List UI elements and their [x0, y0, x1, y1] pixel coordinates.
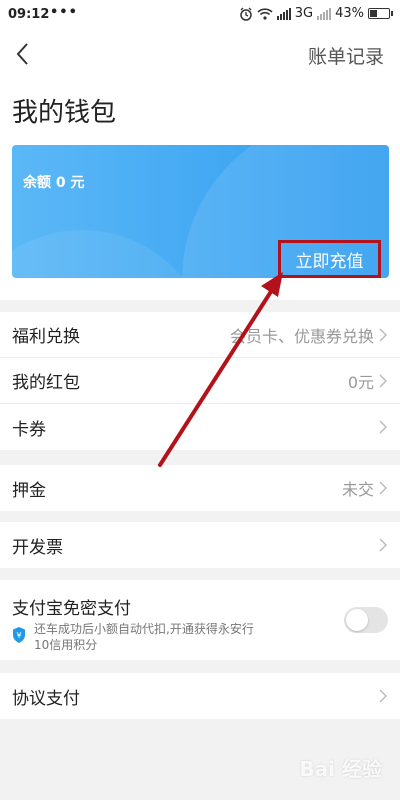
chevron-right-icon — [379, 538, 388, 552]
red-packet-row[interactable]: 我的红包 0元 — [0, 358, 400, 404]
welfare-value: 会员卡、优惠券兑换 — [229, 326, 374, 346]
status-icons: 3G 43% — [239, 6, 393, 21]
welfare-label: 福利兑换 — [12, 327, 80, 347]
signal-icon — [276, 7, 291, 20]
chevron-right-icon — [379, 689, 388, 703]
invoice-label: 开发票 — [12, 537, 63, 558]
page-title: 我的钱包 — [12, 98, 117, 128]
chevron-right-icon — [379, 373, 388, 388]
agreement-label: 协议支付 — [12, 688, 80, 709]
status-time: 09:12 — [8, 7, 50, 22]
battery-icon — [368, 8, 393, 19]
deposit-row[interactable]: 押金 未交 — [0, 465, 400, 511]
chevron-right-icon — [379, 481, 388, 495]
coupons-row[interactable]: 卡券 — [0, 404, 400, 450]
alipay-group: 支付宝免密支付 ¥ 还车成功后小额自动代扣,开通获得永安行10信用积分 — [0, 580, 400, 660]
balance-text: 余额 0 元 — [23, 175, 85, 191]
alipay-description: 还车成功后小额自动代扣,开通获得永安行10信用积分 — [34, 622, 254, 652]
bill-records-link[interactable]: 账单记录 — [308, 42, 384, 69]
back-arrow-icon[interactable] — [12, 40, 36, 68]
notification-dots: ••• — [50, 5, 78, 20]
coupons-label: 卡券 — [12, 419, 46, 440]
signal-icon-secondary — [317, 7, 332, 20]
agreement-group: 协议支付 — [0, 673, 400, 719]
status-bar: 09:12 ••• 3G 43% — [0, 0, 400, 30]
deposit-value: 未交 — [341, 480, 374, 499]
alarm-icon — [239, 7, 252, 21]
alipay-toggle[interactable] — [344, 607, 388, 633]
wallet-card: 余额 0 元 立即充值 — [12, 145, 389, 278]
header: 账单记录 我的钱包 余额 0 元 立即充值 — [0, 30, 400, 300]
battery-percent: 43% — [335, 6, 364, 21]
shield-yuan-icon: ¥ — [13, 627, 25, 643]
recharge-button[interactable]: 立即充值 — [278, 240, 381, 278]
chevron-right-icon — [379, 420, 388, 434]
watermark: Bai 经验 — [299, 757, 382, 781]
red-packet-label: 我的红包 — [12, 373, 80, 393]
wifi-icon — [257, 7, 273, 20]
svg-text:¥: ¥ — [16, 631, 21, 640]
agreement-pay-row[interactable]: 协议支付 — [0, 673, 400, 719]
alipay-autopay-row: 支付宝免密支付 ¥ 还车成功后小额自动代扣,开通获得永安行10信用积分 — [0, 580, 400, 660]
deposit-label: 押金 — [12, 480, 46, 501]
deposit-group: 押金 未交 — [0, 465, 400, 511]
benefits-group: 福利兑换 会员卡、优惠券兑换 我的红包 0元 卡券 — [0, 312, 400, 450]
invoice-row[interactable]: 开发票 — [0, 522, 400, 568]
chevron-right-icon — [379, 327, 388, 342]
invoice-group: 开发票 — [0, 522, 400, 568]
alipay-label: 支付宝免密支付 — [12, 599, 131, 619]
toggle-knob — [346, 609, 368, 631]
network-type: 3G — [294, 6, 314, 21]
welfare-exchange-row[interactable]: 福利兑换 会员卡、优惠券兑换 — [0, 312, 400, 358]
red-packet-value: 0元 — [347, 372, 374, 392]
